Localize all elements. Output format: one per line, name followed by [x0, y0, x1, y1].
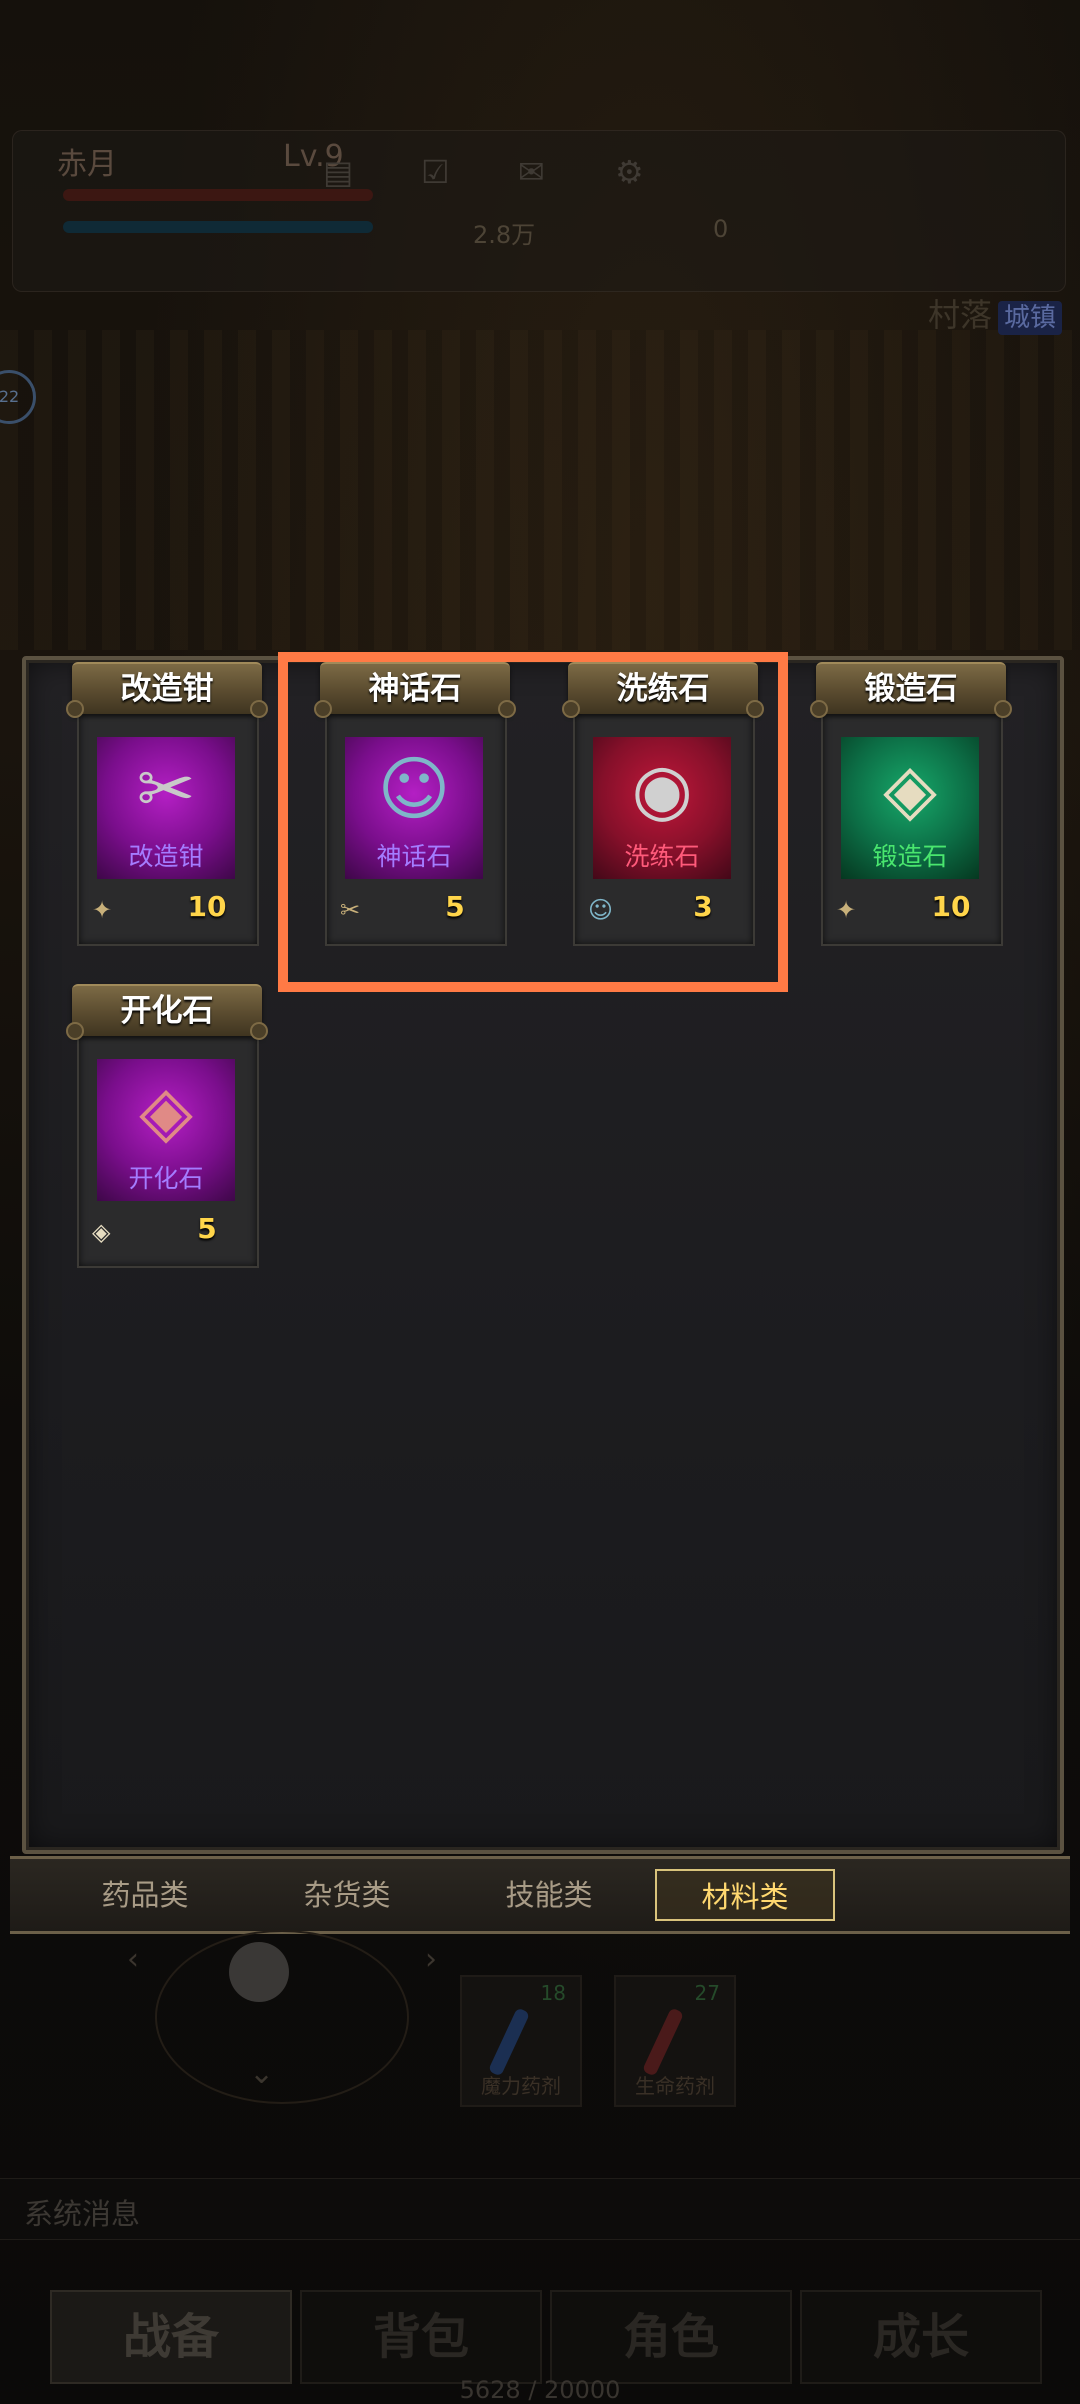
item-art-label: 锻造石	[872, 842, 948, 871]
forging-stone-icon: ◈	[883, 748, 937, 830]
potion-label: 魔力药剂	[481, 2074, 561, 2098]
system-message-label: 系统消息	[24, 2197, 141, 2231]
chevron-down-icon: ⌄	[249, 2056, 275, 2091]
highlight-box	[278, 652, 788, 992]
location-name: 村落	[927, 296, 992, 334]
system-message-bar: 系统消息	[0, 2178, 1080, 2240]
enlightening-stone-icon: ◈	[139, 1070, 193, 1152]
mana-potion-icon	[487, 2007, 531, 2077]
joystick-knob[interactable]	[229, 1942, 289, 2002]
player-name: 赤月	[57, 147, 117, 182]
item-slot-enlightening-stone[interactable]: 开化石 ◈ 开化石 ◈ 5	[66, 984, 268, 1279]
potion-label: 生命药剂	[635, 2074, 715, 2098]
item-title: 改造钳	[66, 662, 268, 718]
sword-mini-icon: ✦	[836, 896, 857, 924]
item-art-label: 开化石	[128, 1164, 204, 1193]
tab-materials[interactable]: 材料类	[655, 1869, 835, 1921]
nav-bag-button[interactable]: 背包	[300, 2290, 542, 2384]
tab-groceries[interactable]: 杂货类	[257, 1869, 437, 1921]
gear-icon[interactable]: ⚙	[615, 153, 644, 191]
chevron-right-icon: ›	[425, 1942, 437, 1977]
checklist-icon[interactable]: ☑	[421, 153, 450, 191]
forging-stone-mini-icon: ◈	[92, 1218, 111, 1246]
item-art: ✂ 改造钳	[97, 737, 235, 879]
tab-skills[interactable]: 技能类	[459, 1869, 639, 1921]
mail-icon[interactable]: ✉	[518, 153, 545, 191]
health-potion-slot[interactable]: 27 生命药剂	[614, 1975, 736, 2107]
gold-amount: 2.8万	[473, 221, 536, 249]
health-potion-icon	[641, 2007, 685, 2077]
item-slot-pliers[interactable]: 改造钳 ✂ 改造钳 ✦ 10	[66, 662, 268, 957]
item-count: 10	[187, 890, 227, 923]
item-art: ◈ 锻造石	[841, 737, 979, 879]
item-title: 开化石	[66, 984, 268, 1040]
book-icon[interactable]: ▤	[323, 153, 353, 191]
village-fence	[0, 330, 1080, 650]
location-type: 城镇	[997, 301, 1062, 335]
item-count: 10	[931, 890, 971, 923]
item-slot-forging-stone[interactable]: 锻造石 ◈ 锻造石 ✦ 10	[810, 662, 1012, 957]
virtual-joystick[interactable]: ‹ › ⌄	[127, 1930, 437, 2104]
pliers-icon: ✂	[136, 748, 196, 830]
item-count: 5	[197, 1212, 217, 1245]
mana-potion-slot[interactable]: 18 魔力药剂	[460, 1975, 582, 2107]
potion-count: 18	[540, 1981, 566, 2005]
potion-count: 27	[694, 1981, 720, 2005]
nav-character-button[interactable]: 角色	[550, 2290, 792, 2384]
nav-growth-button[interactable]: 成长	[800, 2290, 1042, 2384]
sword-mini-icon: ✦	[92, 896, 113, 924]
item-art: ◈ 开化石	[97, 1059, 235, 1201]
gem-amount: 0	[713, 215, 729, 243]
player-hud: 赤月 Lv.9 ▤ ☑ ✉ ⚙ 2.8万 0	[12, 130, 1066, 292]
mp-bar	[63, 221, 373, 233]
item-art-label: 改造钳	[128, 842, 204, 871]
item-title: 锻造石	[810, 662, 1012, 718]
nav-battle-button[interactable]: 战备	[50, 2290, 292, 2384]
location-label: 村落 城镇	[928, 290, 1062, 336]
category-tab-bar: 药品类 杂货类 技能类 材料类	[10, 1856, 1070, 1934]
chevron-left-icon: ‹	[127, 1942, 139, 1977]
tab-medicine[interactable]: 药品类	[55, 1869, 235, 1921]
